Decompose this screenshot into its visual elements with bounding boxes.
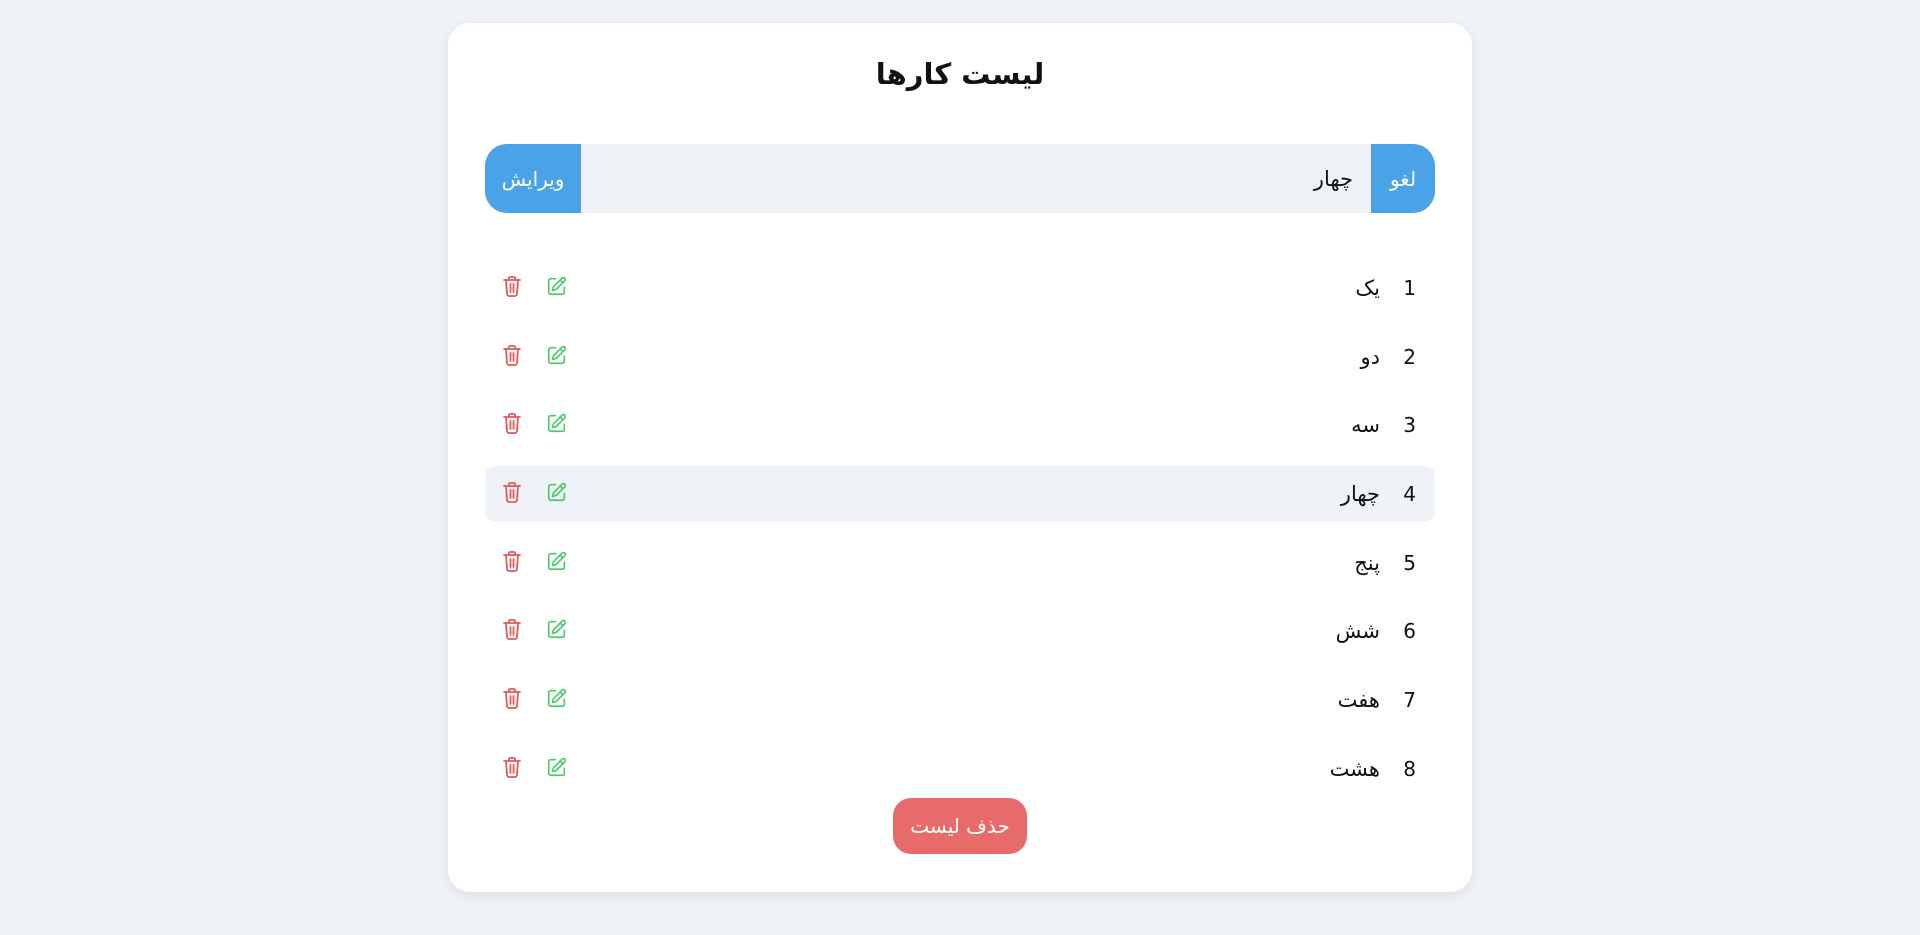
task-text: پنج bbox=[1354, 550, 1380, 575]
edit-save-button[interactable]: ویرایش bbox=[485, 144, 581, 213]
task-item: 6 شش bbox=[485, 603, 1435, 659]
task-text: یک bbox=[1355, 276, 1380, 300]
trash-icon[interactable] bbox=[500, 617, 524, 641]
trash-icon[interactable] bbox=[500, 343, 524, 367]
trash-icon[interactable] bbox=[500, 686, 524, 710]
trash-icon[interactable] bbox=[500, 411, 524, 435]
task-text: شش bbox=[1335, 619, 1380, 644]
task-number: 7 bbox=[1403, 688, 1416, 713]
trash-icon[interactable] bbox=[500, 549, 524, 573]
task-item: 1 یک bbox=[485, 260, 1435, 316]
pencil-square-icon[interactable] bbox=[545, 617, 569, 641]
task-number: 1 bbox=[1403, 276, 1416, 300]
task-text: دو bbox=[1360, 344, 1381, 369]
task-item: 2 دو bbox=[485, 329, 1435, 385]
task-number: 3 bbox=[1403, 413, 1416, 438]
page-title: لیست کارها bbox=[875, 57, 1045, 91]
task-number: 5 bbox=[1403, 550, 1416, 575]
edit-task-input[interactable] bbox=[581, 144, 1371, 213]
pencil-square-icon[interactable] bbox=[545, 549, 569, 573]
task-number: 4 bbox=[1403, 482, 1416, 507]
pencil-square-icon[interactable] bbox=[545, 411, 569, 435]
pencil-square-icon[interactable] bbox=[545, 343, 569, 367]
task-list: 1 یک 2 دو 3 سه 4 چهار 5 پنج 6 شش 7 هفت 8… bbox=[485, 260, 1435, 810]
trash-icon[interactable] bbox=[500, 480, 524, 504]
task-item: 7 هفت bbox=[485, 672, 1435, 728]
trash-icon[interactable] bbox=[500, 755, 524, 779]
task-text: هشت bbox=[1329, 756, 1380, 781]
task-item: 3 سه bbox=[485, 397, 1435, 453]
todo-card: لیست کارها لغو ویرایش 1 یک 2 دو bbox=[448, 23, 1472, 892]
task-number: 2 bbox=[1403, 344, 1416, 369]
task-item: 4 چهار bbox=[485, 466, 1435, 523]
pencil-square-icon[interactable] bbox=[545, 480, 569, 504]
cancel-button[interactable]: لغو bbox=[1371, 144, 1435, 213]
pencil-square-icon[interactable] bbox=[545, 274, 569, 298]
pencil-square-icon[interactable] bbox=[545, 755, 569, 779]
task-item: 5 پنج bbox=[485, 535, 1435, 591]
task-text: چهار bbox=[1340, 482, 1380, 507]
task-number: 6 bbox=[1403, 619, 1416, 644]
task-number: 8 bbox=[1403, 756, 1416, 781]
pencil-square-icon[interactable] bbox=[545, 686, 569, 710]
task-text: سه bbox=[1351, 413, 1380, 438]
delete-list-button[interactable]: حذف لیست bbox=[893, 798, 1027, 854]
trash-icon[interactable] bbox=[500, 274, 524, 298]
task-text: هفت bbox=[1337, 688, 1380, 713]
task-item: 8 هشت bbox=[485, 741, 1435, 797]
edit-bar: لغو ویرایش bbox=[485, 144, 1435, 213]
